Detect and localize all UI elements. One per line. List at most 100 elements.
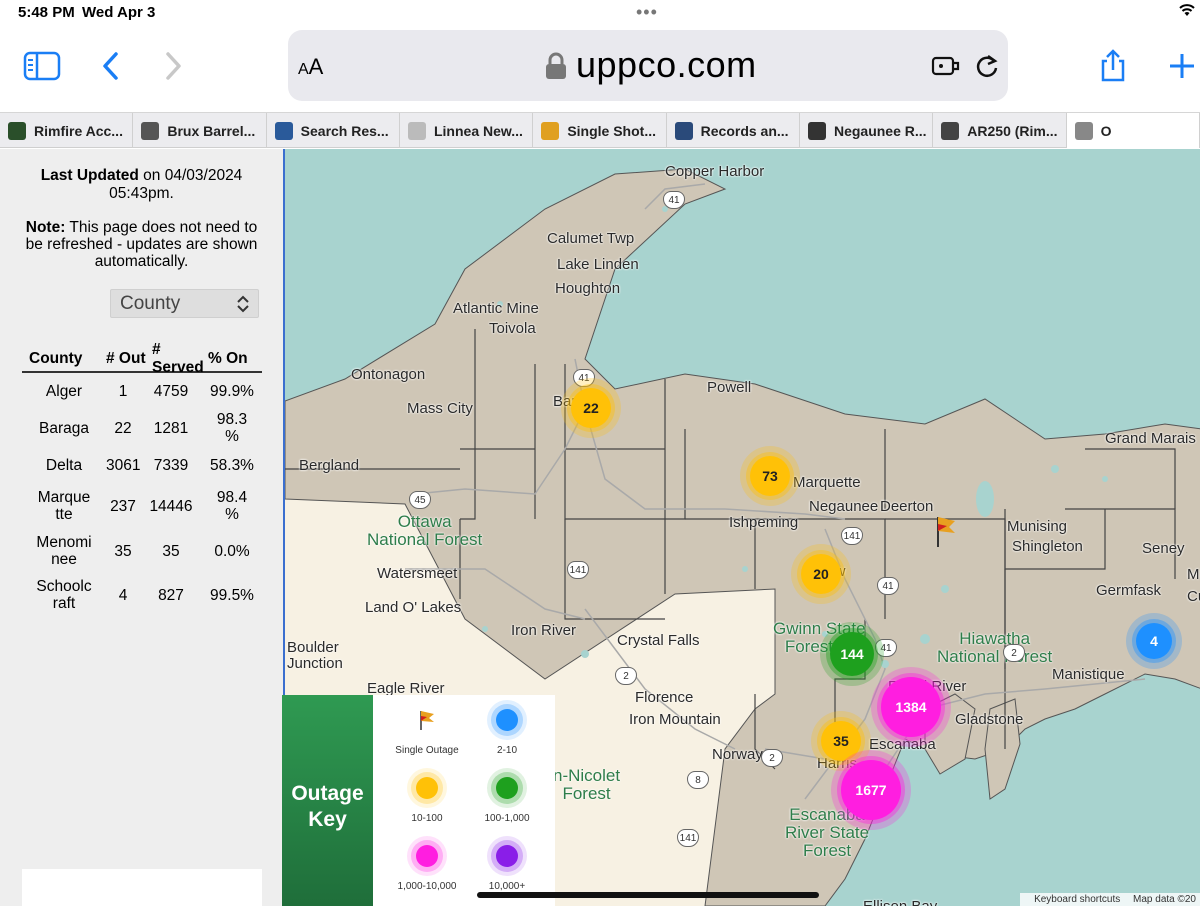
chevron-updown-icon: [237, 295, 249, 313]
back-icon[interactable]: [98, 50, 124, 82]
col-county[interactable]: County: [22, 350, 106, 368]
forest-label: n-Nicolet Forest: [553, 766, 621, 803]
route-shield: 41: [877, 577, 899, 595]
table-row: Delta 3061 7339 58.3%: [22, 447, 262, 483]
cell-out: 3061: [106, 456, 141, 474]
outage-cluster-marker[interactable]: 22: [571, 388, 611, 428]
browser-tab[interactable]: AR250 (Rim...: [933, 113, 1067, 148]
key-item-label: 100-1,000: [484, 813, 530, 824]
reader-format-button[interactable]: AA: [298, 54, 323, 80]
outage-cluster-marker[interactable]: 20: [801, 554, 841, 594]
group-by-select[interactable]: County: [110, 289, 259, 318]
map-place-label: Land O' Lakes: [365, 599, 462, 616]
browser-tab[interactable]: Linnea New...: [400, 113, 534, 148]
cell-out: 35: [114, 542, 132, 560]
sidebar-toggle-icon[interactable]: [22, 50, 62, 82]
outage-cluster-marker[interactable]: 4: [1136, 623, 1172, 659]
cell-on: 58.3%: [210, 456, 254, 474]
cell-out: 4: [118, 586, 128, 604]
table-header: County # Out # Served % On: [22, 341, 262, 376]
browser-tab[interactable]: Records an...: [667, 113, 800, 148]
cell-on: 99.9%: [210, 382, 254, 400]
table-row: Baraga 22 1281 98.3 %: [22, 409, 262, 447]
favicon-icon: [541, 121, 560, 140]
table-row: Menomi nee 35 35 0.0%: [22, 529, 262, 573]
browser-tab[interactable]: Brux Barrel...: [133, 113, 267, 148]
map-place-label: Munising: [1007, 518, 1068, 535]
multitasking-dots[interactable]: •••: [636, 2, 658, 23]
key-item: 2-10: [457, 709, 557, 756]
map-place-label: Ontonagon: [351, 366, 426, 383]
route-shield: 8: [687, 771, 709, 789]
cell-served: 1281: [153, 419, 189, 437]
key-item-label: 10,000+: [488, 881, 526, 892]
wifi-icon: [1179, 4, 1195, 16]
map-place-label: Cu: [1187, 588, 1200, 605]
route-shield: 2: [761, 749, 783, 767]
outage-cluster-marker[interactable]: 144: [830, 632, 874, 676]
cell-county: Schoolc raft: [36, 578, 92, 612]
address-bar[interactable]: AA uppco.com: [288, 30, 1008, 101]
favicon-icon: [941, 121, 960, 140]
map-place-label: Boulder Junction: [287, 639, 343, 672]
favicon-icon: [407, 121, 426, 140]
col-served[interactable]: # Served: [152, 341, 208, 377]
cell-county: Marque tte: [37, 489, 91, 523]
map-place-label: Crystal Falls: [617, 632, 700, 649]
outage-cluster-marker[interactable]: 1384: [881, 677, 941, 737]
status-time: 5:48 PM: [18, 4, 75, 21]
map-place-label: Houghton: [555, 280, 621, 297]
single-outage-flag-icon: [416, 709, 438, 731]
browser-tab[interactable]: Negaunee R...: [800, 113, 934, 148]
map-place-label: M: [1187, 566, 1200, 583]
cell-county: Menomi nee: [36, 534, 92, 568]
browser-tab[interactable]: Single Shot...: [533, 113, 667, 148]
table-row: Alger 1 4759 99.9%: [22, 373, 262, 409]
cell-served: 7339: [153, 456, 189, 474]
extensions-icon[interactable]: [931, 54, 961, 78]
map-place-label: Germfask: [1096, 582, 1162, 599]
favicon-icon: [674, 121, 693, 140]
tab-label: Linnea New...: [433, 122, 523, 139]
route-shield: 41: [663, 191, 685, 209]
outage-cluster-marker[interactable]: 73: [750, 456, 790, 496]
route-shield: 45: [409, 491, 431, 509]
refresh-note: Note: This page does not need to be refr…: [25, 219, 258, 270]
map-place-label: Copper Harbor: [665, 163, 765, 180]
map-place-label: Iron River: [511, 622, 577, 639]
keyboard-shortcuts-link[interactable]: Keyboard shortcuts: [1034, 894, 1120, 905]
map-place-label: Bergland: [299, 457, 360, 474]
table-row: Schoolc raft 4 827 99.5%: [22, 573, 262, 617]
browser-tab[interactable]: Rimfire Acc...: [0, 113, 134, 148]
map-place-label: Marquette: [793, 474, 861, 491]
reload-icon[interactable]: [974, 52, 1000, 80]
favicon-icon: [1074, 121, 1093, 140]
outage-cluster-marker[interactable]: 1677: [841, 760, 901, 820]
route-shield: 2: [1003, 644, 1025, 662]
tab-label: Brux Barrel...: [167, 122, 256, 139]
map-place-label: Mass City: [407, 400, 473, 417]
browser-tab[interactable]: Search Res...: [267, 113, 400, 148]
outage-key: Outage Key Single Outage 2-10 10-100 100-1,…: [282, 695, 555, 906]
map-place-label: Negaunee: [809, 498, 879, 515]
map-place-label: Watersmeet: [377, 565, 458, 582]
browser-tab[interactable]: O: [1066, 113, 1200, 148]
key-item-label: 2-10: [496, 745, 517, 756]
status-bar: 5:48 PM Wed Apr 3 •••: [0, 0, 1200, 26]
lock-icon: [546, 52, 566, 79]
forward-icon[interactable]: [160, 50, 186, 82]
col-out[interactable]: # Out: [106, 350, 152, 368]
cluster-swatch-icon: [416, 845, 438, 867]
cell-out: 237: [110, 497, 136, 515]
favicon-icon: [8, 121, 26, 140]
forest-label: Hiawatha National Forest: [937, 629, 1053, 666]
new-tab-icon[interactable]: [1166, 50, 1198, 82]
cell-on: 0.0%: [214, 542, 250, 560]
home-indicator[interactable]: [477, 892, 819, 898]
url-text[interactable]: uppco.com: [576, 44, 757, 86]
col-on[interactable]: % On: [208, 350, 262, 368]
share-icon[interactable]: [1096, 48, 1130, 84]
panel-footer-area: [22, 869, 262, 906]
map-place-label: Ishpeming: [729, 514, 799, 531]
cell-out: 22: [114, 419, 132, 437]
